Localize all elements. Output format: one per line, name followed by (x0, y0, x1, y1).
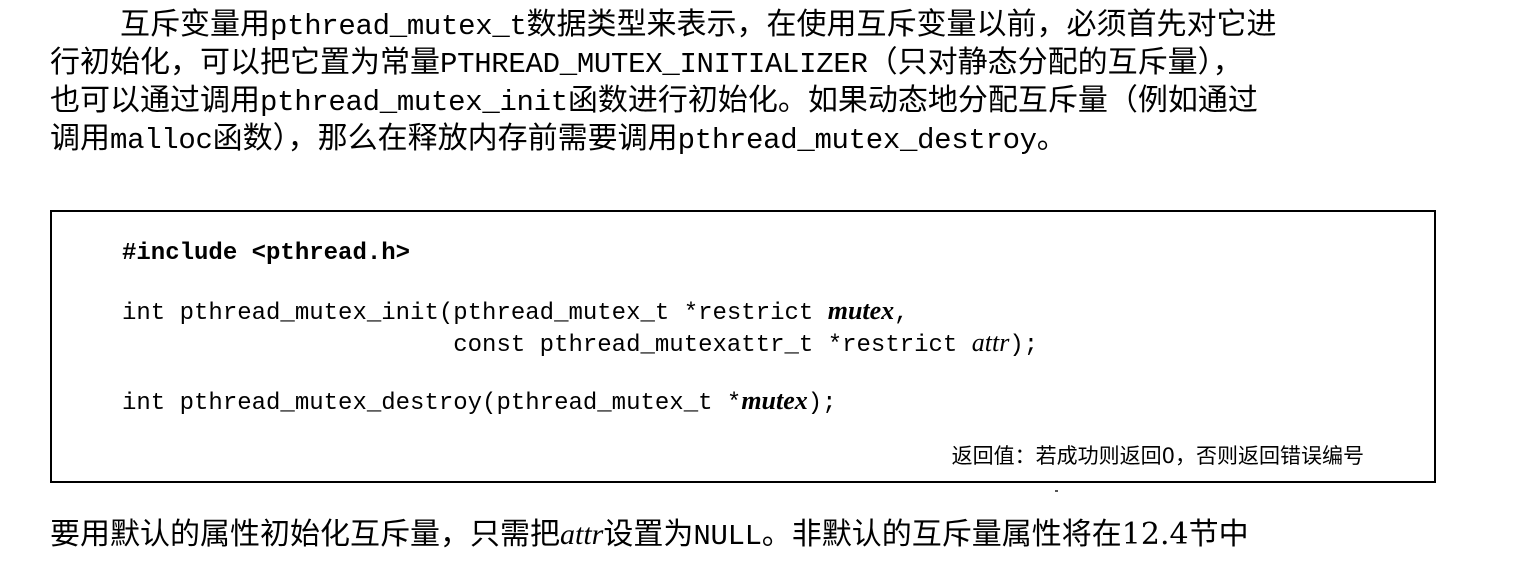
intro-line-4: 调用malloc函数），那么在释放内存前需要调用pthread_mutex_de… (50, 120, 1450, 158)
constant-name: PTHREAD_MUTEX_INITIALIZER (440, 48, 868, 81)
param-name: mutex (741, 386, 808, 415)
intro-paragraph: 互斥变量用pthread_mutex_t数据类型来表示，在使用互斥变量以前，必须… (50, 6, 1450, 158)
code-text: ); (1009, 332, 1039, 359)
destroy-prototype-line: int pthread_mutex_destroy(pthread_mutex_… (122, 386, 837, 417)
function-name: pthread_mutex_destroy (677, 124, 1037, 157)
function-prototype-box: #include <pthread.h> int pthread_mutex_i… (50, 210, 1436, 483)
text-segment: 要用默认的属性初始化互斥量，只需把 (50, 517, 560, 552)
init-prototype-line-1: int pthread_mutex_init(pthread_mutex_t *… (122, 296, 909, 327)
outro-line: 要用默认的属性初始化互斥量，只需把attr设置为NULL。非默认的互斥量属性将在… (50, 516, 1450, 554)
intro-line-2: 行初始化，可以把它置为常量PTHREAD_MUTEX_INITIALIZER（只… (50, 44, 1450, 82)
param-name: attr (560, 518, 604, 551)
return-value-note: 返回值：若成功则返回0，否则返回错误编号 (951, 444, 1364, 468)
code-text: int pthread_mutex_destroy(pthread_mutex_… (122, 390, 742, 417)
init-prototype-line-2: const pthread_mutexattr_t *restrict attr… (122, 328, 1038, 359)
text-segment: 函数进行初始化。如果动态地分配互斥量（例如通过 (567, 83, 1258, 118)
text-segment: （只对静态分配的互斥量）， (867, 45, 1243, 80)
code-text: ); (807, 390, 837, 417)
intro-line-3: 也可以通过调用pthread_mutex_init函数进行初始化。如果动态地分配… (50, 82, 1450, 120)
text-segment: 行初始化，可以把它置为常量 (50, 45, 440, 80)
constant-name: NULL (693, 520, 762, 553)
text-segment: 也可以通过调用 (50, 83, 260, 118)
text-segment: 。 (1036, 121, 1067, 156)
param-name: mutex (827, 296, 895, 325)
function-name: pthread_mutex_init (260, 86, 568, 119)
text-segment: 互斥变量用 (120, 7, 270, 42)
text-segment: 。非默认的互斥量属性将在12.4节中 (761, 517, 1249, 552)
text-segment: 数据类型来表示，在使用互斥变量以前，必须首先对它进 (526, 7, 1277, 42)
param-name: attr (971, 328, 1010, 357)
text-segment: 设置为 (603, 517, 694, 552)
text-segment: 函数），那么在释放内存前需要调用 (212, 121, 678, 156)
scan-speck (1055, 490, 1058, 492)
code-text: const pthread_mutexattr_t *restrict (122, 332, 972, 359)
type-name: pthread_mutex_t (270, 10, 527, 43)
include-line: #include <pthread.h> (122, 240, 411, 267)
function-name: malloc (110, 124, 213, 157)
outro-paragraph: 要用默认的属性初始化互斥量，只需把attr设置为NULL。非默认的互斥量属性将在… (50, 516, 1450, 554)
text-segment: 调用 (50, 121, 110, 156)
code-text: int pthread_mutex_init(pthread_mutex_t *… (122, 300, 828, 327)
intro-line-1: 互斥变量用pthread_mutex_t数据类型来表示，在使用互斥变量以前，必须… (50, 6, 1450, 44)
code-text: , (894, 300, 909, 327)
